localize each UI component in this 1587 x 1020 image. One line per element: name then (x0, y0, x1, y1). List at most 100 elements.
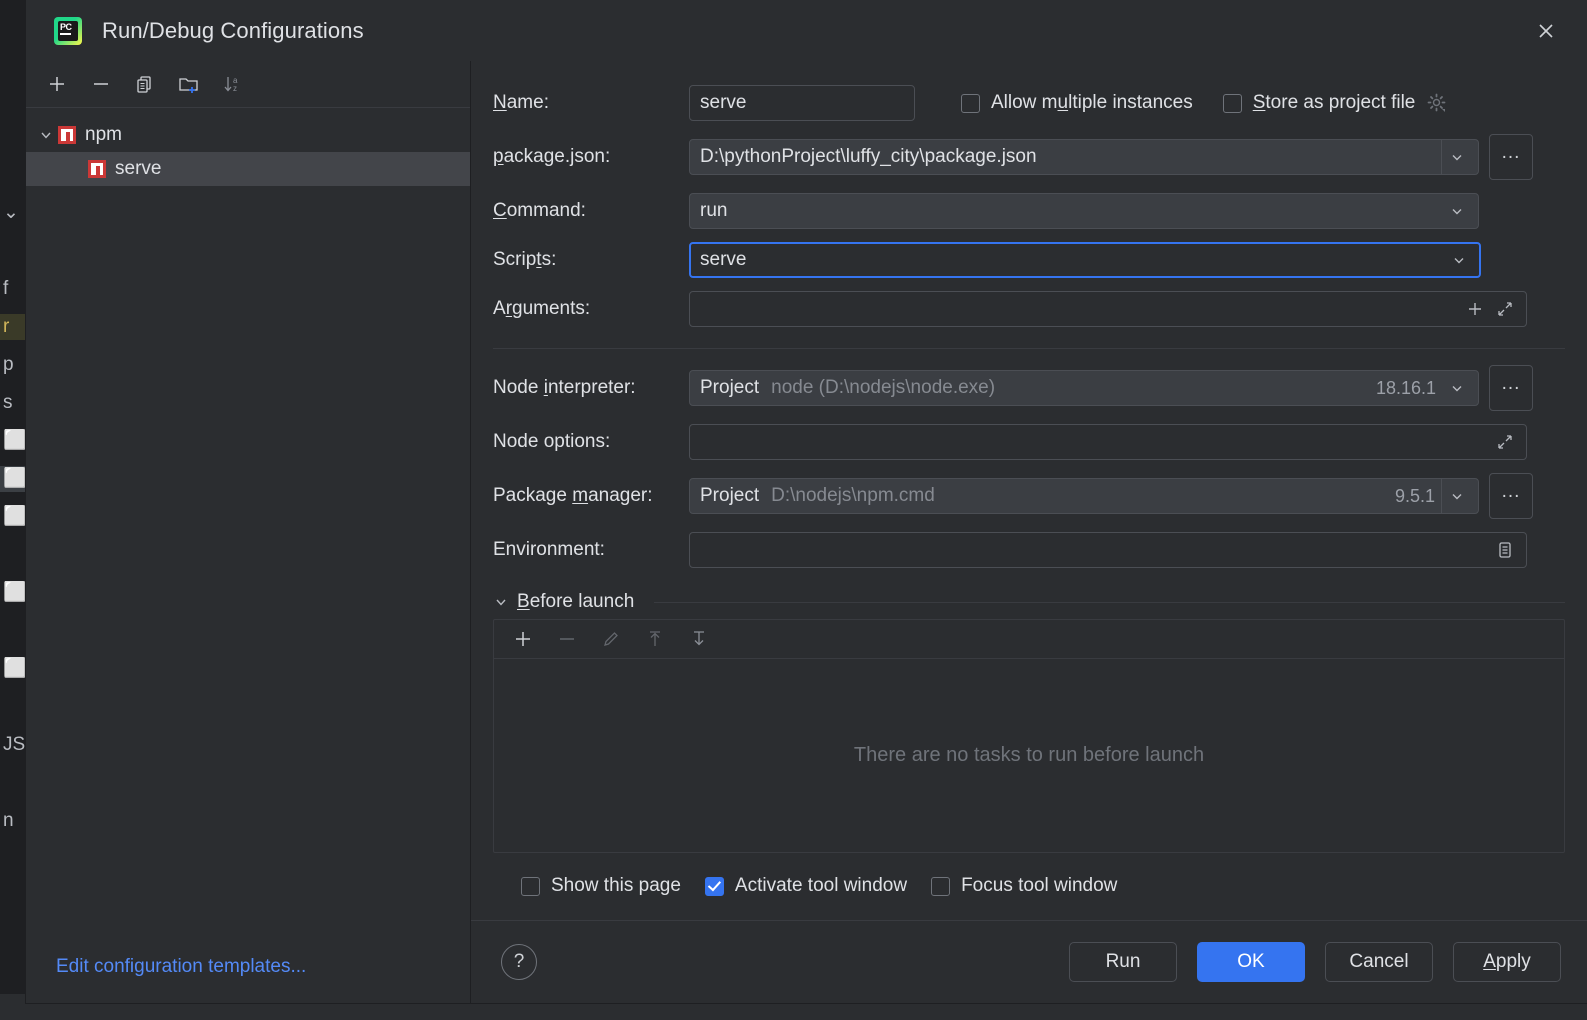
command-select[interactable]: run (689, 193, 1479, 229)
npm-icon (58, 126, 76, 144)
activate-tool-window-checkbox[interactable]: Activate tool window (704, 875, 908, 897)
add-configuration-button[interactable] (40, 67, 74, 101)
before-launch-collapse-icon[interactable] (493, 594, 509, 610)
run-button-label: Run (1105, 951, 1141, 972)
store-as-project-file-box[interactable] (1222, 93, 1242, 113)
scripts-dropdown-arrow[interactable] (1444, 244, 1474, 276)
node-interpreter-scope: Project (700, 377, 760, 398)
package-manager-label: Package manager: (493, 485, 653, 506)
node-options-label: Node options: (493, 431, 611, 452)
dialog-body: a z npm serve Edit configuration template… (26, 61, 1587, 1003)
node-interpreter-row: Node interpreter: Project node (D:\nodej… (493, 365, 1565, 411)
node-options-input[interactable] (689, 424, 1527, 460)
copy-configuration-button[interactable] (128, 67, 162, 101)
command-dropdown-arrow[interactable] (1442, 194, 1472, 228)
ok-button-label: OK (1237, 951, 1265, 972)
cancel-button-label: Cancel (1349, 951, 1409, 972)
remove-task-button (550, 622, 584, 656)
configurations-toolbar: a z (26, 61, 470, 108)
arguments-input[interactable] (689, 291, 1527, 327)
add-task-button[interactable] (506, 622, 540, 656)
package-manager-scope: Project (700, 485, 760, 506)
configurations-tree[interactable]: npm serve (26, 108, 470, 931)
apply-button[interactable]: Apply (1453, 942, 1561, 982)
dialog-footer: ? Run OK Cancel Apply (471, 920, 1587, 1003)
scripts-select[interactable]: serve (689, 242, 1481, 278)
package-manager-browse-button[interactable]: ... (1489, 473, 1533, 519)
package-manager-row: Package manager: Project D:\nodejs\npm.c… (493, 473, 1565, 519)
command-label: Command: (493, 200, 586, 221)
background-tree-row: ⬜ (3, 582, 26, 603)
new-folder-button[interactable] (172, 67, 206, 101)
show-this-page-checkbox-label: Show this page (551, 875, 681, 896)
environment-row: Environment: (493, 532, 1565, 568)
package-json-row: package.json: D:\pythonProject\luffy_cit… (493, 134, 1565, 180)
name-row: Name: serve Allow multiple instances Sto… (493, 85, 1565, 121)
before-launch-panel: There are no tasks to run before launch (493, 619, 1565, 853)
activate-tool-window-checkbox-label: Activate tool window (734, 875, 908, 896)
package-json-input[interactable]: D:\pythonProject\luffy_city\package.json (689, 139, 1479, 175)
tree-item-serve[interactable]: serve (26, 152, 470, 186)
arguments-add-icon[interactable] (1460, 292, 1490, 326)
package-json-dropdown-arrow[interactable] (1441, 140, 1472, 174)
package-manager-browse-label: ... (1501, 481, 1521, 502)
node-interpreter-browse-button[interactable]: ... (1489, 365, 1533, 411)
focus-tool-window-checkbox-box[interactable] (931, 876, 951, 896)
node-interpreter-select[interactable]: Project node (D:\nodejs\node.exe) 18.16.… (689, 370, 1479, 406)
gear-icon[interactable] (1426, 92, 1448, 114)
background-tree-row: ⌄ (3, 202, 19, 223)
svg-text:z: z (233, 84, 237, 93)
environment-input[interactable] (689, 532, 1527, 568)
focus-tool-window-checkbox[interactable]: Focus tool window (931, 875, 1117, 897)
close-icon[interactable] (1529, 14, 1563, 48)
package-json-label: package.json: (493, 146, 611, 167)
run-button[interactable]: Run (1069, 942, 1177, 982)
arguments-expand-icon[interactable] (1490, 292, 1520, 326)
tree-item-label: serve (115, 158, 162, 179)
edit-configuration-templates-link[interactable]: Edit configuration templates... (56, 956, 306, 978)
tree-item-npm[interactable]: npm (26, 118, 470, 152)
name-input[interactable]: serve (689, 85, 915, 121)
command-row: Command: run (493, 193, 1565, 229)
scripts-row: Scripts: serve (493, 242, 1565, 278)
background-tree-row: p (3, 354, 14, 375)
arguments-label: Arguments: (493, 298, 591, 319)
background-tree-row: JS (3, 734, 26, 755)
package-manager-select[interactable]: Project D:\nodejs\npm.cmd 9.5.1 (689, 478, 1479, 514)
environment-label: Environment: (493, 539, 605, 560)
cancel-button[interactable]: Cancel (1325, 942, 1433, 982)
ok-button[interactable]: OK (1197, 942, 1305, 982)
before-launch-header[interactable]: Before launch (493, 591, 1565, 613)
sort-configurations-button[interactable]: a z (216, 67, 250, 101)
node-interpreter-path: node (D:\nodejs\node.exe) (771, 377, 996, 398)
background-tree-row: ⬜ (3, 658, 26, 679)
node-options-row: Node options: (493, 424, 1565, 460)
environment-variables-icon[interactable] (1490, 533, 1520, 567)
show-this-page-checkbox-box[interactable] (521, 876, 540, 896)
form-separator (493, 348, 1565, 349)
show-this-page-checkbox[interactable]: Show this page (521, 875, 681, 897)
run-debug-configurations-dialog: PC Run/Debug Configurations a z npm serv… (26, 0, 1587, 1003)
package-json-browse-button[interactable]: ... (1489, 134, 1533, 180)
node-interpreter-browse-label: ... (1501, 373, 1521, 394)
configurations-panel: a z npm serve Edit configuration template… (26, 61, 471, 1003)
package-manager-version: 9.5.1 (1394, 485, 1435, 506)
apply-button-label: Apply (1483, 951, 1531, 972)
chevron-down-icon[interactable] (34, 128, 58, 142)
scripts-label: Scripts: (493, 249, 557, 270)
before-launch-toolbar (494, 620, 1564, 659)
activate-tool-window-checkbox-box[interactable] (704, 876, 724, 896)
node-interpreter-dropdown-arrow[interactable] (1442, 371, 1472, 405)
npm-icon (88, 160, 106, 178)
store-as-project-file-label: Store as project file (1252, 92, 1416, 113)
remove-configuration-button[interactable] (84, 67, 118, 101)
background-tree-row (0, 770, 26, 796)
help-icon[interactable]: ? (501, 944, 537, 980)
before-launch-divider (654, 601, 1565, 603)
store-as-project-file-checkbox[interactable]: Store as project file (1222, 92, 1449, 114)
arguments-row: Arguments: (493, 291, 1565, 327)
node-options-expand-icon[interactable] (1490, 425, 1520, 459)
allow-multiple-instances-checkbox[interactable]: Allow multiple instances (961, 92, 1193, 114)
package-manager-dropdown-arrow[interactable] (1441, 479, 1472, 513)
allow-multiple-instances-box[interactable] (961, 93, 980, 113)
